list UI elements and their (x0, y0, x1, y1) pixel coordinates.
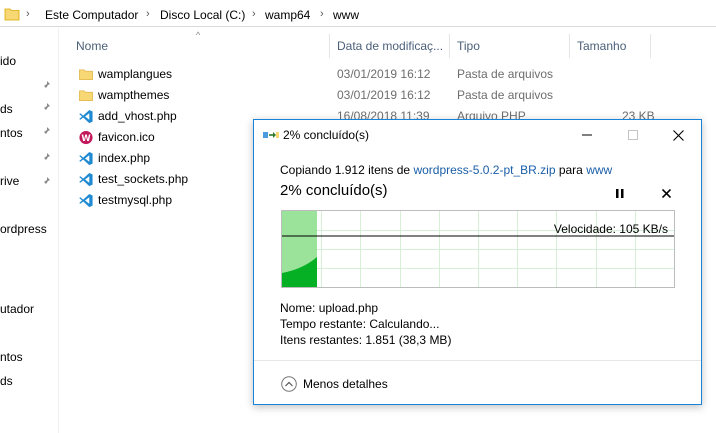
detail-time-label: Tempo restante: (280, 317, 367, 331)
breadcrumb-wamp64[interactable]: wamp64 (265, 8, 310, 22)
maximize-button[interactable] (610, 120, 656, 150)
vscode-file-icon (79, 151, 93, 166)
dialog-divider (254, 360, 701, 361)
column-header-date[interactable]: Data de modificaç... (331, 34, 450, 58)
file-name: index.php (98, 151, 151, 165)
less-details-button[interactable]: Menos detalhes (281, 374, 388, 394)
minimize-icon (582, 134, 592, 136)
pin-icon (42, 127, 50, 136)
file-name: wampthemes (98, 88, 170, 102)
vscode-file-icon (79, 172, 93, 187)
nav-item[interactable]: ordpress (0, 222, 47, 236)
copy-middle-text: para (555, 163, 587, 177)
file-type: Pasta de arquivos (457, 88, 554, 102)
breadcrumb-separator: › (26, 8, 30, 20)
ico-file-icon: W (79, 130, 93, 145)
file-name: testmysql.php (98, 193, 173, 207)
breadcrumb-separator: › (320, 8, 324, 20)
breadcrumb-separator: › (252, 8, 256, 20)
chevron-up-icon (281, 376, 297, 392)
file-date: 03/01/2019 16:12 (337, 67, 431, 81)
detail-name: Nome: upload.php (280, 301, 378, 315)
nav-item[interactable]: rive (0, 174, 19, 188)
breadcrumb-this-pc[interactable]: Este Computador (45, 8, 138, 22)
folder-icon (4, 8, 20, 21)
dialog-title: 2% concluído(s) (283, 128, 370, 142)
copy-prefix-text: Copiando 1.912 itens de (280, 163, 414, 177)
folder-icon (79, 90, 93, 101)
nav-item[interactable]: ntos (0, 350, 23, 364)
pin-icon (42, 81, 50, 90)
pin-icon (42, 177, 50, 186)
column-header-name[interactable]: Nome (70, 34, 330, 58)
detail-items-value: 1.851 (38,3 MB) (365, 333, 452, 347)
breadcrumb-separator: › (146, 8, 150, 20)
cancel-icon (661, 188, 671, 198)
detail-name-label: Nome: (280, 301, 316, 315)
copy-transfer-icon (263, 132, 279, 138)
detail-items-label: Itens restantes: (280, 333, 363, 347)
progress-heading: 2% concluído(s) (280, 182, 388, 199)
close-button[interactable] (655, 120, 701, 150)
nav-item[interactable]: ntos (0, 126, 23, 140)
maximize-icon (628, 130, 638, 140)
copy-description: Copiando 1.912 itens de wordpress-5.0.2-… (280, 163, 612, 177)
detail-time-value: Calculando... (369, 317, 440, 331)
copy-progress-dialog: 2% concluído(s) Copiando 1.912 itens de … (253, 119, 702, 405)
detail-items-remaining: Itens restantes: 1.851 (38,3 MB) (280, 333, 451, 347)
pause-icon (616, 188, 624, 198)
address-bar[interactable]: › Este Computador › Disco Local (C:) › w… (0, 4, 716, 27)
file-name: test_sockets.php (98, 172, 189, 186)
navigation-pane: ido ds ntos rive ordpress utador ntos ds (0, 28, 59, 433)
less-details-label: Menos detalhes (303, 377, 388, 391)
column-header-type[interactable]: Tipo (451, 34, 570, 58)
column-header-size[interactable]: Tamanho (571, 34, 651, 58)
nav-item[interactable]: utador (0, 302, 34, 316)
cancel-button[interactable] (656, 184, 676, 202)
minimize-button[interactable] (564, 120, 610, 150)
breadcrumb-www[interactable]: www (333, 8, 359, 22)
file-name: wamplangues (98, 67, 173, 81)
pin-icon (42, 153, 50, 162)
folder-icon (79, 69, 93, 80)
nav-item[interactable]: ido (0, 54, 16, 68)
pin-icon (42, 103, 50, 112)
close-icon (672, 129, 684, 141)
vscode-file-icon (79, 109, 93, 124)
pause-button[interactable] (610, 184, 630, 202)
detail-time-remaining: Tempo restante: Calculando... (280, 317, 439, 331)
nav-item[interactable]: ds (0, 374, 13, 388)
file-row[interactable]: wamplangues 03/01/2019 16:12 Pasta de arqu… (74, 64, 714, 85)
file-date: 03/01/2019 16:12 (337, 88, 431, 102)
detail-name-value: upload.php (318, 301, 379, 315)
breadcrumb-local-disk[interactable]: Disco Local (C:) (160, 8, 245, 22)
dialog-titlebar[interactable]: 2% concluído(s) (254, 120, 701, 150)
file-name: add_vhost.php (98, 109, 177, 123)
file-type: Pasta de arquivos (457, 67, 554, 81)
file-row[interactable]: wampthemes 03/01/2019 16:12 Pasta de arqui… (74, 85, 714, 106)
svg-text:W: W (81, 133, 91, 143)
destination-link[interactable]: www (586, 163, 612, 177)
speed-label: Velocidade: 105 KB/s (553, 222, 668, 236)
source-link[interactable]: wordpress-5.0.2-pt_BR.zip (413, 163, 555, 177)
speed-graph: Velocidade: 105 KB/s (281, 210, 675, 288)
vscode-file-icon (79, 193, 93, 208)
nav-item[interactable]: ds (0, 102, 13, 116)
file-name: favicon.ico (98, 130, 155, 144)
